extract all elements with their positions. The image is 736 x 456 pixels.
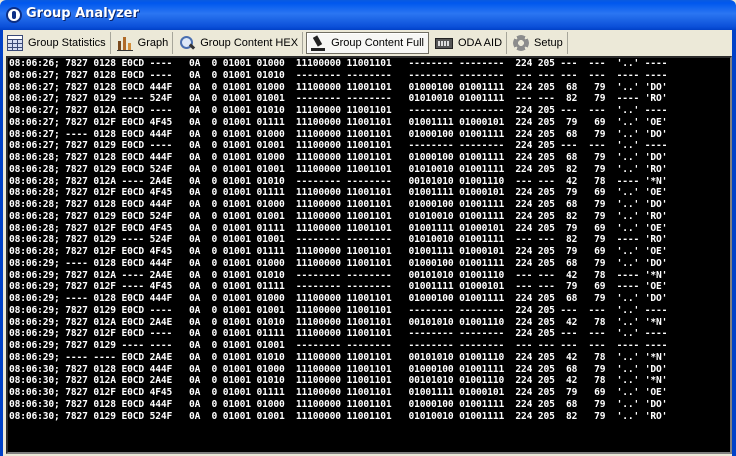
- output-line: 08:06:28; 7827 0129 ---- 524F 0A 0 01001…: [9, 234, 668, 246]
- oda-device-icon: [435, 38, 453, 49]
- output-line: 08:06:28; 7827 012F E0CD 4F45 0A 0 01001…: [9, 187, 668, 199]
- window-frame-left: [0, 30, 3, 456]
- window-frame-right: [732, 30, 736, 456]
- tab-group-content-full[interactable]: Group Content Full: [306, 32, 429, 54]
- output-line: 08:06:27; 7827 0128 E0CD 444F 0A 0 01001…: [9, 81, 668, 93]
- tab-oda-aid[interactable]: ODA AID: [432, 32, 508, 54]
- output-line: 08:06:28; 7827 0129 E0CD 524F 0A 0 01001…: [9, 163, 668, 175]
- tab-setup[interactable]: Setup: [510, 32, 568, 54]
- output-line: 08:06:28; 7827 0128 E0CD 444F 0A 0 01001…: [9, 152, 668, 163]
- output-line: 08:06:28; 7827 012F E0CD 4F45 0A 0 01001…: [9, 246, 668, 257]
- output-line: 08:06:27; 7827 012A E0CD ---- 0A 0 01001…: [9, 105, 668, 116]
- tab-label: Graph: [137, 37, 169, 49]
- output-line: 08:06:29; 7827 012A E0CD 2A4E 0A 0 01001…: [9, 316, 668, 328]
- output-line: 08:06:29; ---- ---- E0CD 2A4E 0A 0 01001…: [9, 351, 668, 363]
- output-line: 08:06:30; 7827 0128 E0CD 444F 0A 0 01001…: [9, 363, 668, 375]
- app-icon: [6, 7, 22, 23]
- window-title: Group Analyzer: [26, 6, 139, 21]
- output-line: 08:06:27; ---- 0128 E0CD 444F 0A 0 01001…: [9, 128, 668, 140]
- output-line: 08:06:28; 7827 0128 E0CD 444F 0A 0 01001…: [9, 199, 668, 210]
- tab-label: Group Content Full: [331, 37, 424, 49]
- bar-graph-icon: [116, 35, 133, 51]
- output-line: 08:06:27; 7827 0128 E0CD ---- 0A 0 01001…: [9, 69, 668, 81]
- output-line: 08:06:30; 7827 0129 E0CD 524F 0A 0 01001…: [9, 410, 668, 422]
- output-line: 08:06:29; 7827 0129 E0CD ---- 0A 0 01001…: [9, 304, 668, 316]
- table-icon: [7, 35, 23, 51]
- output-line: 08:06:30; 7827 0128 E0CD 444F 0A 0 01001…: [9, 398, 668, 410]
- output-line: 08:06:29; ---- 0128 E0CD 444F 0A 0 01001…: [9, 257, 668, 269]
- output-line: 08:06:27; 7827 0129 ---- 524F 0A 0 01001…: [9, 93, 668, 105]
- gear-icon: [513, 35, 530, 51]
- tab-group-statistics[interactable]: Group Statistics: [4, 32, 111, 54]
- output-line: 08:06:29; 7827 012A ---- 2A4E 0A 0 01001…: [9, 269, 668, 281]
- output-line: 08:06:29; 7827 0129 ---- ---- 0A 0 01001…: [9, 340, 668, 351]
- output-line: 08:06:28; 7827 012F E0CD 4F45 0A 0 01001…: [9, 222, 668, 234]
- output-line: 08:06:28; 7827 012A ---- 2A4E 0A 0 01001…: [9, 175, 668, 187]
- output-line: 08:06:29; 7827 012F E0CD ---- 0A 0 01001…: [9, 328, 668, 340]
- output-line: 08:06:28; 7827 0129 E0CD 524F 0A 0 01001…: [9, 210, 668, 222]
- output-line: 08:06:30; 7827 012F E0CD 4F45 0A 0 01001…: [9, 387, 668, 398]
- group-analyzer-window: Group Analyzer Group Statistics Graph Gr…: [0, 0, 736, 456]
- tab-toolbar: Group Statistics Graph Group Content HEX…: [4, 31, 732, 55]
- magnifier-icon: [179, 35, 195, 51]
- tab-graph[interactable]: Graph: [114, 32, 174, 54]
- output-line: 08:06:29; ---- 0128 E0CD 444F 0A 0 01001…: [9, 293, 668, 304]
- tab-group-content-hex[interactable]: Group Content HEX: [176, 32, 304, 54]
- output-line: 08:06:30; 7827 012A E0CD 2A4E 0A 0 01001…: [9, 375, 668, 387]
- output-line: 08:06:27; 7827 012F E0CD 4F45 0A 0 01001…: [9, 116, 668, 128]
- tab-label: Group Content HEX: [200, 37, 299, 49]
- tab-label: Setup: [534, 37, 563, 49]
- tab-label: Group Statistics: [28, 37, 106, 49]
- group-content-output[interactable]: 08:06:26; 7827 0128 E0CD ---- 0A 0 01001…: [6, 56, 732, 454]
- output-line: 08:06:26; 7827 0128 E0CD ---- 0A 0 01001…: [9, 58, 668, 69]
- output-line: 08:06:29; 7827 012F ---- 4F45 0A 0 01001…: [9, 281, 668, 293]
- tab-label: ODA AID: [458, 37, 503, 49]
- microscope-icon: [310, 35, 326, 51]
- title-bar[interactable]: Group Analyzer: [0, 0, 736, 30]
- output-line: 08:06:27; 7827 0129 E0CD ---- 0A 0 01001…: [9, 140, 668, 152]
